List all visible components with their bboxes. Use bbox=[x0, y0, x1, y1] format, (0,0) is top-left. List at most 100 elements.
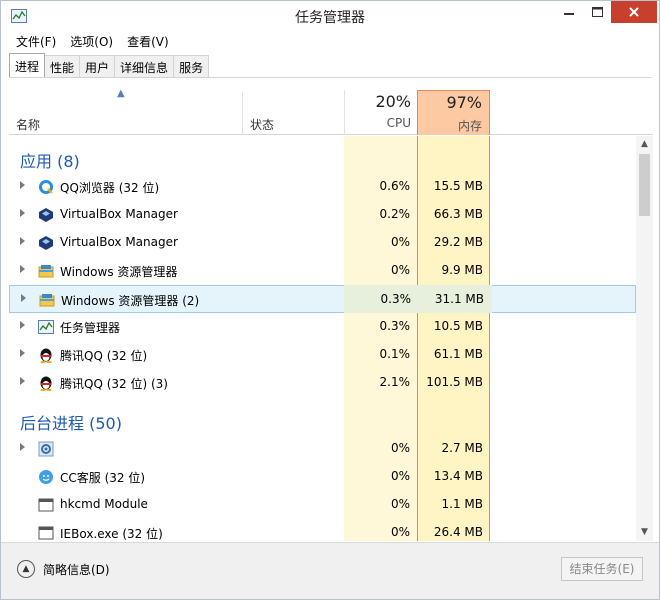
expand-arrow-icon[interactable] bbox=[20, 377, 25, 385]
process-memory: 9.9 MB bbox=[441, 263, 483, 277]
column-memory[interactable]: 97% 内存 bbox=[417, 90, 490, 135]
process-cpu: 0.2% bbox=[379, 207, 411, 221]
vertical-scrollbar[interactable]: ▲ ▼ bbox=[636, 136, 653, 541]
process-cpu: 0% bbox=[390, 263, 410, 277]
close-button[interactable] bbox=[611, 1, 657, 23]
process-memory: 1.1 MB bbox=[441, 497, 483, 511]
process-memory: 29.2 MB bbox=[433, 235, 483, 249]
process-name: 任务管理器 bbox=[60, 321, 121, 335]
process-memory: 26.4 MB bbox=[433, 525, 483, 539]
memory-label: 内存 bbox=[457, 119, 482, 133]
menu-bar: 文件(F) 选项(O) 查看(V) bbox=[1, 31, 176, 51]
process-row[interactable]: 0% 2.7 MB bbox=[9, 435, 636, 463]
expand-arrow-icon[interactable] bbox=[20, 237, 25, 245]
process-cpu: 2.1% bbox=[379, 375, 411, 389]
expand-arrow-icon[interactable] bbox=[20, 209, 25, 217]
minimize-icon bbox=[564, 13, 574, 15]
tab-processes[interactable]: 进程 bbox=[9, 53, 46, 77]
cpu-label: CPU bbox=[386, 116, 411, 130]
expand-arrow-icon[interactable] bbox=[20, 321, 25, 329]
column-cpu[interactable]: 20% CPU bbox=[344, 90, 418, 135]
process-name: hkcmd Module bbox=[60, 497, 148, 511]
process-row[interactable]: QQ浏览器 (32 位) 0.6% 15.5 MB bbox=[9, 173, 636, 201]
scroll-up-icon[interactable]: ▲ bbox=[636, 136, 653, 153]
section-title: 后台进程 (50) bbox=[20, 414, 122, 433]
section-apps: 应用 (8) bbox=[9, 136, 636, 171]
menu-file[interactable]: 文件(F) bbox=[9, 31, 63, 51]
process-cpu: 0% bbox=[390, 441, 410, 455]
cc-service-icon bbox=[39, 470, 53, 484]
process-name: VirtualBox Manager bbox=[60, 235, 178, 249]
menu-options[interactable]: 选项(O) bbox=[63, 31, 120, 51]
expand-arrow-icon[interactable] bbox=[20, 443, 25, 451]
process-row[interactable]: 腾讯QQ (32 位) 0.1% 61.1 MB bbox=[9, 341, 636, 369]
task-manager-window: 任务管理器 文件(F) 选项(O) 查看(V) 进程 性能 用户 详细信息 服务… bbox=[0, 0, 660, 600]
expand-arrow-icon[interactable] bbox=[21, 294, 26, 302]
tab-performance[interactable]: 性能 bbox=[44, 55, 81, 77]
process-memory: 2.7 MB bbox=[441, 441, 483, 455]
app-window-icon bbox=[38, 498, 54, 512]
process-row[interactable]: VirtualBox Manager 0% 29.2 MB bbox=[9, 229, 636, 257]
process-name: Windows 资源管理器 bbox=[60, 265, 178, 279]
sort-up-icon: ▲ bbox=[117, 88, 125, 99]
title-bar: 任务管理器 bbox=[1, 1, 659, 31]
menu-view[interactable]: 查看(V) bbox=[120, 31, 176, 51]
process-row[interactable]: IEBox.exe (32 位) 0% 26.4 MB bbox=[9, 519, 636, 541]
process-row-selected[interactable]: Windows 资源管理器 (2) 0.3% 31.1 MB bbox=[9, 285, 636, 313]
process-name: VirtualBox Manager bbox=[60, 207, 178, 221]
tab-users[interactable]: 用户 bbox=[79, 55, 116, 77]
process-name: IEBox.exe (32 位) bbox=[60, 527, 163, 541]
fewer-details-link[interactable]: 简略信息(D) bbox=[43, 561, 110, 578]
scroll-down-icon[interactable]: ▼ bbox=[636, 524, 653, 541]
expand-arrow-icon[interactable] bbox=[20, 181, 25, 189]
chevron-up-icon[interactable]: ▲ bbox=[17, 560, 35, 578]
maximize-button[interactable] bbox=[584, 1, 610, 23]
expand-arrow-icon[interactable] bbox=[20, 349, 25, 357]
footer-bar: ▲ 简略信息(D) 结束任务(E) bbox=[1, 542, 659, 599]
process-row[interactable]: hkcmd Module 0% 1.1 MB bbox=[9, 491, 636, 519]
tab-services[interactable]: 服务 bbox=[173, 55, 210, 77]
process-cpu: 0.3% bbox=[380, 292, 412, 306]
process-row[interactable]: 任务管理器 0.3% 10.5 MB bbox=[9, 313, 636, 341]
explorer-icon bbox=[39, 294, 55, 307]
column-header: ▲ 名称 状态 20% CPU 97% 内存 bbox=[9, 78, 653, 135]
app-window-icon bbox=[38, 526, 54, 540]
tab-details[interactable]: 详细信息 bbox=[114, 55, 175, 77]
end-task-button[interactable]: 结束任务(E) bbox=[561, 557, 643, 581]
process-cpu: 0.6% bbox=[379, 179, 411, 193]
qq-penguin-icon bbox=[40, 376, 52, 391]
tab-strip: 进程 性能 用户 详细信息 服务 bbox=[9, 53, 210, 77]
qq-browser-icon bbox=[39, 180, 53, 194]
section-title: 应用 (8) bbox=[20, 152, 80, 171]
qq-penguin-icon bbox=[40, 348, 52, 363]
process-memory: 31.1 MB bbox=[434, 292, 484, 306]
scroll-thumb[interactable] bbox=[639, 154, 650, 216]
cpu-total-percent: 20% bbox=[375, 92, 411, 111]
virtualbox-icon bbox=[39, 236, 53, 250]
process-name: Windows 资源管理器 (2) bbox=[61, 294, 200, 308]
memory-total-percent: 97% bbox=[446, 93, 482, 112]
process-memory: 10.5 MB bbox=[433, 319, 483, 333]
process-name: QQ浏览器 (32 位) bbox=[60, 181, 160, 195]
process-cpu: 0.3% bbox=[379, 319, 411, 333]
expand-arrow-icon[interactable] bbox=[20, 265, 25, 273]
process-memory: 13.4 MB bbox=[433, 469, 483, 483]
explorer-icon bbox=[38, 265, 54, 278]
process-cpu: 0% bbox=[390, 469, 410, 483]
process-name: CC客服 (32 位) bbox=[60, 471, 146, 485]
process-row[interactable]: VirtualBox Manager 0.2% 66.3 MB bbox=[9, 201, 636, 229]
process-memory: 15.5 MB bbox=[433, 179, 483, 193]
process-row[interactable]: Windows 资源管理器 0% 9.9 MB bbox=[9, 257, 636, 285]
process-row[interactable]: CC客服 (32 位) 0% 13.4 MB bbox=[9, 463, 636, 491]
process-cpu: 0% bbox=[390, 497, 410, 511]
process-memory: 101.5 MB bbox=[426, 375, 483, 389]
column-status[interactable]: 状态 bbox=[250, 116, 274, 133]
minimize-button[interactable] bbox=[556, 1, 582, 23]
process-row[interactable]: 腾讯QQ (32 位) (3) 2.1% 101.5 MB bbox=[9, 369, 636, 397]
column-divider bbox=[242, 92, 243, 135]
column-name[interactable]: 名称 bbox=[16, 116, 40, 133]
maximize-icon bbox=[591, 7, 603, 17]
process-name: 腾讯QQ (32 位) (3) bbox=[60, 377, 168, 391]
process-name: 腾讯QQ (32 位) bbox=[60, 349, 148, 363]
gear-icon bbox=[38, 441, 54, 457]
